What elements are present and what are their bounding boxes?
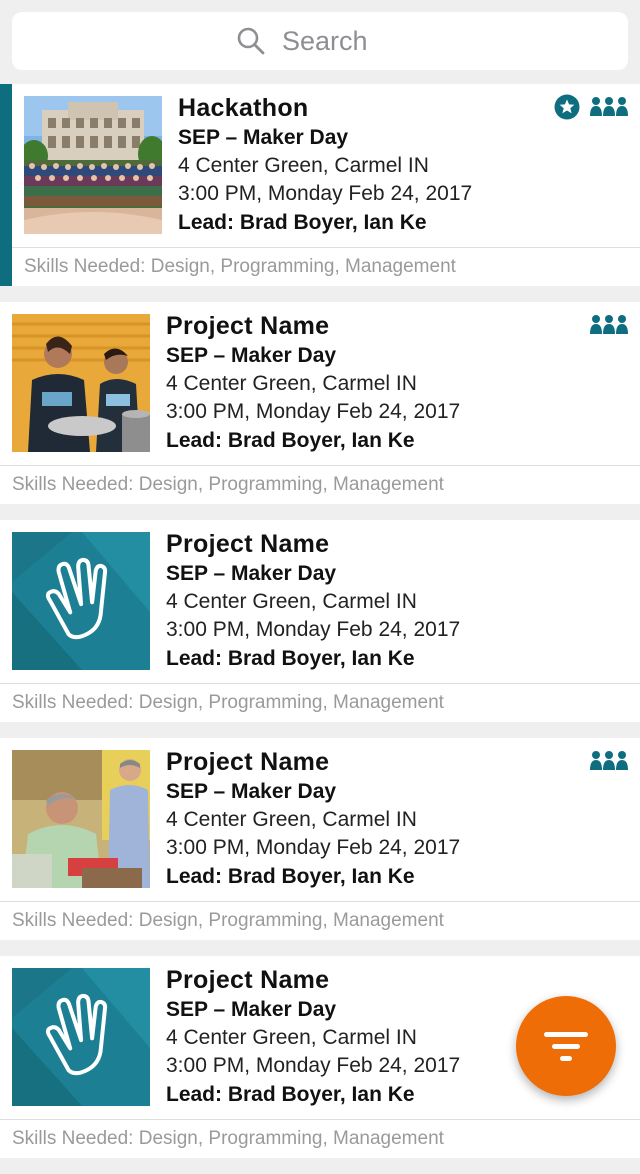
project-title: Project Name (166, 748, 330, 776)
project-lead: Lead: Brad Boyer, Ian Ke (166, 647, 415, 670)
datetime: 3:00 PM, Monday Feb 24, 2017 (166, 836, 461, 859)
project-image (12, 314, 150, 452)
project-image (12, 532, 150, 670)
event-name: SEP – Maker Day (178, 126, 349, 149)
team-icon (590, 97, 628, 116)
project-lead: Lead: Brad Boyer, Ian Ke (166, 865, 415, 888)
event-name: SEP – Maker Day (166, 562, 337, 585)
skills-needed: Skills Needed: Design, Programming, Mana… (0, 465, 640, 504)
skills-needed: Skills Needed: Design, Programming, Mana… (0, 901, 640, 940)
address: 4 Center Green, Carmel IN (178, 154, 429, 177)
datetime: 3:00 PM, Monday Feb 24, 2017 (166, 618, 461, 641)
team-icon (590, 751, 628, 770)
project-title: Project Name (166, 530, 330, 558)
search-bar[interactable] (12, 12, 628, 70)
search-input[interactable] (280, 24, 404, 58)
filter-button[interactable] (516, 996, 616, 1096)
address: 4 Center Green, Carmel IN (166, 372, 417, 395)
project-card[interactable]: Project Name SEP – Maker Day 4 Center Gr… (0, 302, 640, 504)
project-lead: Lead: Brad Boyer, Ian Ke (178, 211, 427, 234)
project-image (12, 750, 150, 888)
skills-needed: Skills Needed: Design, Programming, Mana… (0, 1119, 640, 1158)
skills-needed: Skills Needed: Design, Programming, Mana… (12, 247, 640, 286)
datetime: 3:00 PM, Monday Feb 24, 2017 (166, 400, 461, 423)
address: 4 Center Green, Carmel IN (166, 590, 417, 613)
project-card[interactable]: Project Name SEP – Maker Day 4 Center Gr… (0, 520, 640, 722)
project-image (12, 968, 150, 1106)
star-badge-icon (554, 94, 580, 120)
project-title: Project Name (166, 312, 330, 340)
project-image (24, 96, 162, 234)
address: 4 Center Green, Carmel IN (166, 808, 417, 831)
filter-icon (544, 1032, 588, 1061)
event-name: SEP – Maker Day (166, 344, 337, 367)
datetime: 3:00 PM, Monday Feb 24, 2017 (178, 182, 473, 205)
skills-needed: Skills Needed: Design, Programming, Mana… (0, 683, 640, 722)
project-lead: Lead: Brad Boyer, Ian Ke (166, 429, 415, 452)
project-title: Project Name (166, 966, 330, 994)
project-card[interactable]: Hackathon SEP – Maker Day 4 Center Green… (0, 84, 640, 286)
team-icon (590, 315, 628, 334)
search-icon (237, 27, 265, 55)
project-card[interactable]: Project Name SEP – Maker Day 4 Center Gr… (0, 738, 640, 940)
event-name: SEP – Maker Day (166, 780, 337, 803)
